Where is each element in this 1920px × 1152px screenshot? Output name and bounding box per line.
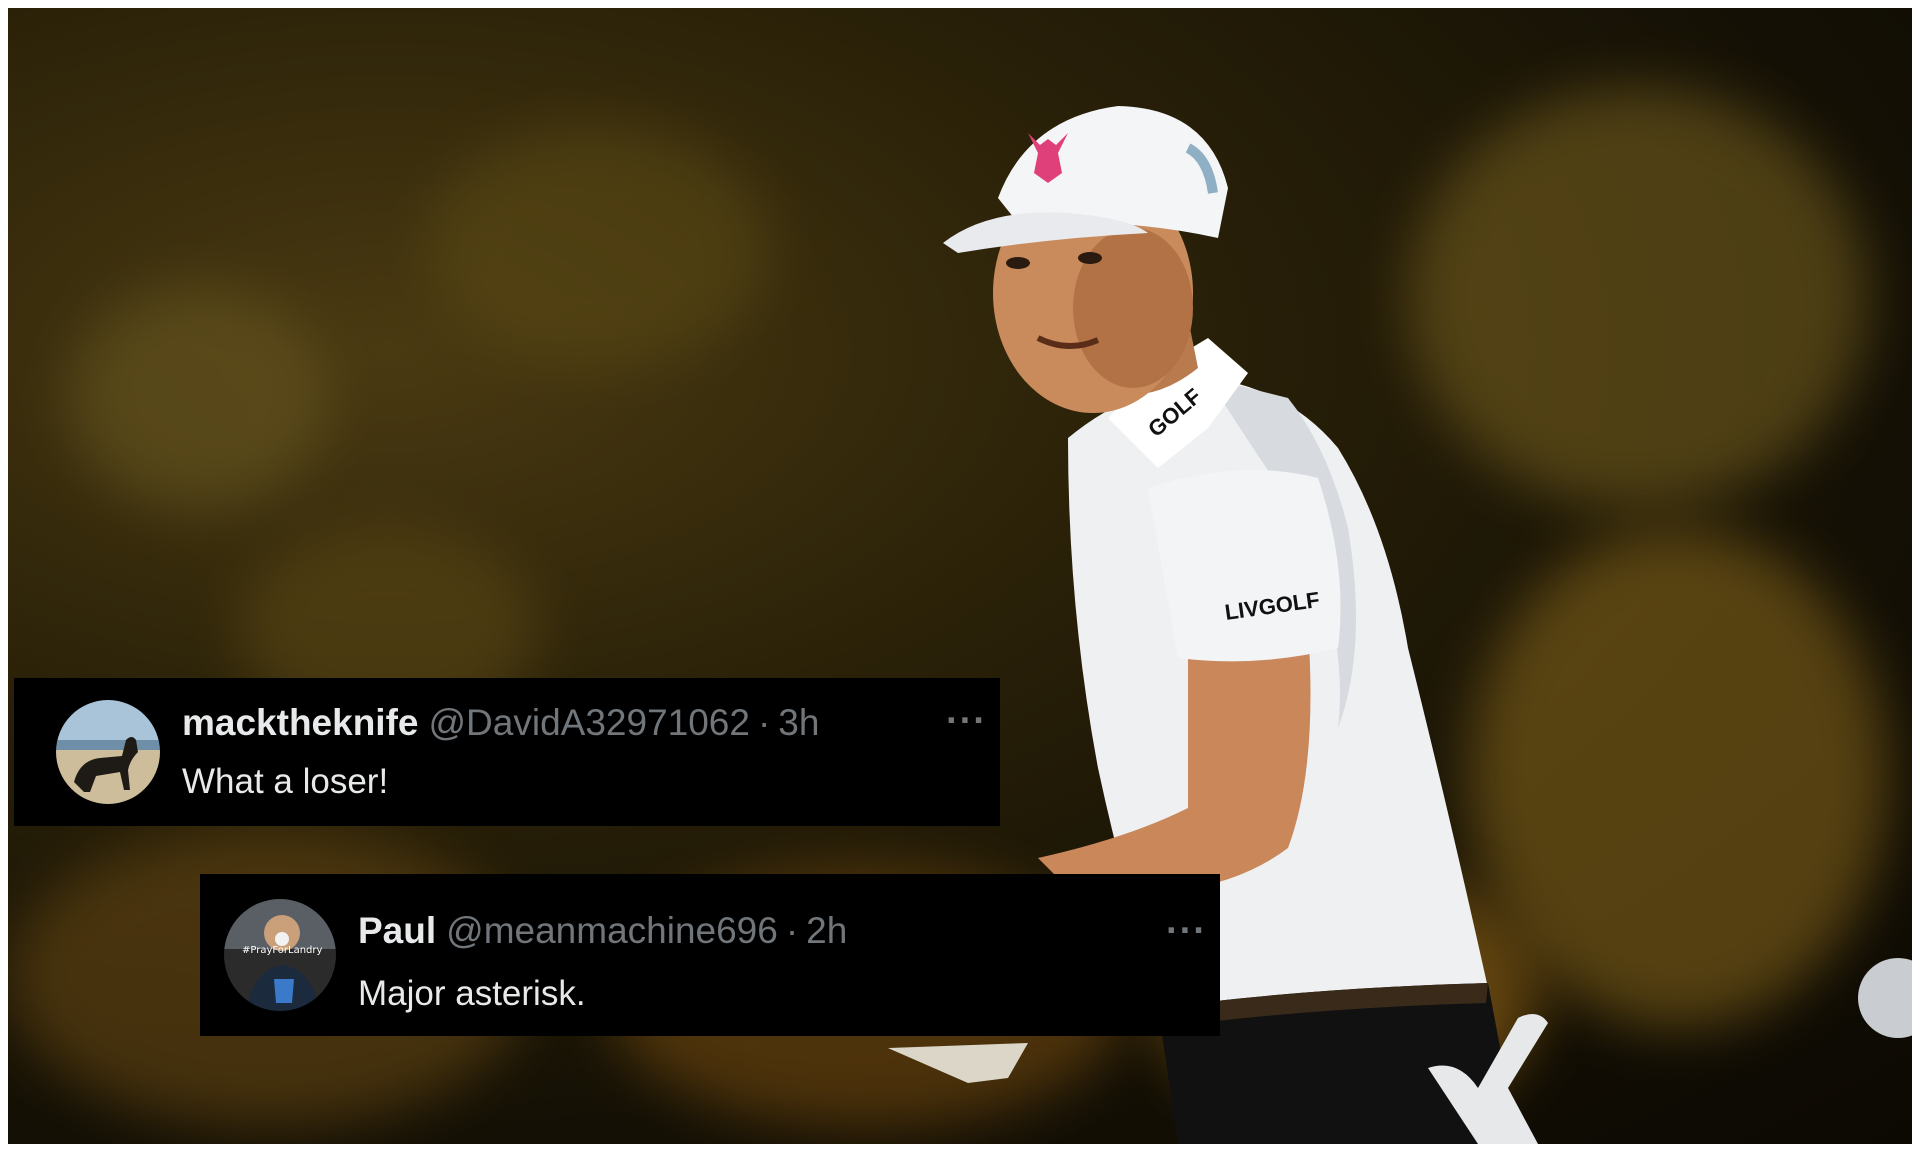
- more-options-icon[interactable]: ···: [946, 700, 987, 743]
- tweet-text: What a loser!: [182, 762, 389, 801]
- image-frame: GOLF LIVGOLF macktheknife @DavidA3297106…: [0, 0, 1920, 1152]
- display-name[interactable]: macktheknife: [182, 702, 419, 743]
- user-handle[interactable]: @DavidA32971062: [429, 702, 750, 743]
- user-handle[interactable]: @meanmachine696: [446, 910, 778, 951]
- dog-on-beach-avatar-icon: [56, 700, 160, 804]
- avatar[interactable]: [56, 700, 160, 804]
- timestamp[interactable]: 2h: [806, 910, 847, 951]
- more-options-icon[interactable]: ···: [1166, 910, 1207, 953]
- separator: ·: [785, 910, 799, 951]
- avatar[interactable]: #PrayForLandry: [224, 899, 336, 1011]
- reply-tweet[interactable]: #PrayForLandry Paul @meanmachine696 · 2h ··…: [200, 874, 1220, 1036]
- avatar-hashtag: #PrayForLandry: [242, 945, 323, 956]
- scorecard: [888, 1043, 1028, 1083]
- timestamp[interactable]: 3h: [778, 702, 819, 743]
- display-name[interactable]: Paul: [358, 910, 436, 951]
- separator: ·: [757, 702, 771, 743]
- reply-tweet[interactable]: macktheknife @DavidA32971062 · 3h ··· What …: [14, 678, 1000, 826]
- tweet-text: Major asterisk.: [358, 974, 586, 1013]
